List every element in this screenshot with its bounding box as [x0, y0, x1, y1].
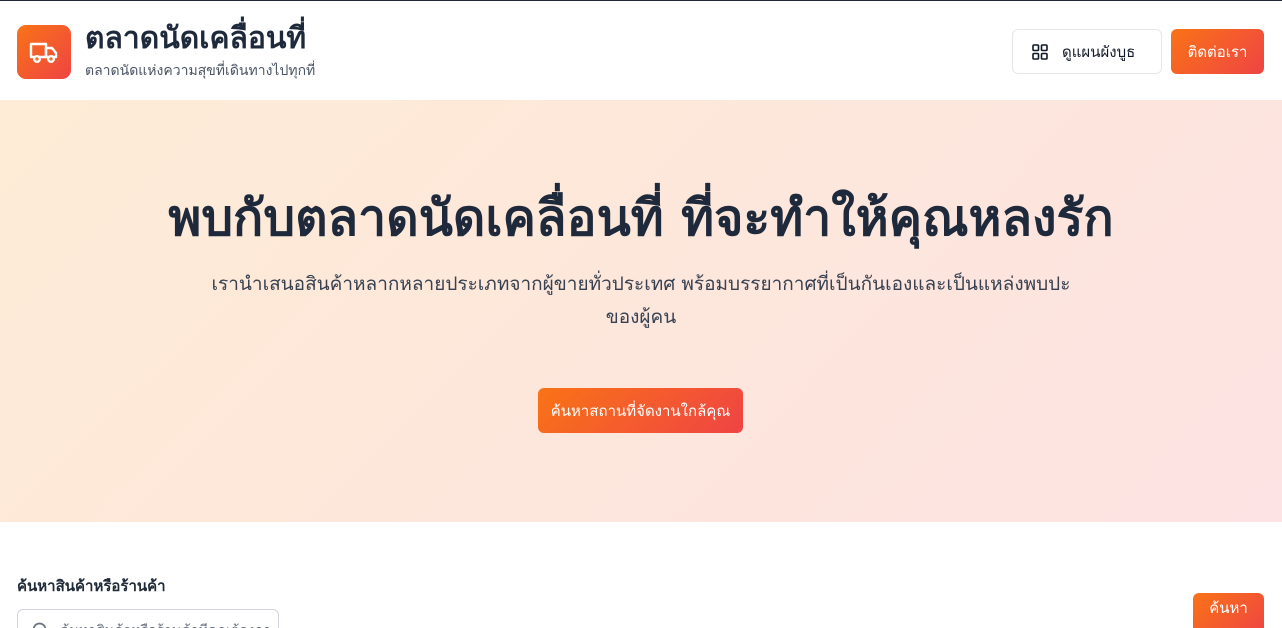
site-title: ตลาดนัดเคลื่อนที่: [85, 21, 307, 56]
contact-button[interactable]: ติดต่อเรา: [1171, 29, 1264, 74]
hero-description: เรานำเสนอสินค้าหลากหลายประเภทจากผู้ขายทั…: [211, 273, 1071, 328]
hero-section: พบกับตลาดนัดเคลื่อนที่ ที่จะทำให้คุณหลงร…: [0, 100, 1282, 522]
find-location-button[interactable]: ค้นหาสถานที่จัดงานใกล้คุณ: [538, 388, 743, 433]
booth-map-label: ดูแผนผังบูธ: [1062, 42, 1136, 61]
site-header: ตลาดนัดเคลื่อนที่ ตลาดนัดแห่งความสุขที่เ…: [0, 0, 1282, 100]
search-label: ค้นหาสินค้าหรือร้านค้า: [17, 577, 166, 595]
search-button[interactable]: ค้นหา: [1193, 593, 1264, 628]
site-subtitle: ตลาดนัดแห่งความสุขที่เดินทางไปทุกที่: [85, 63, 316, 79]
hero-title: พบกับตลาดนัดเคลื่อนที่ ที่จะทำให้คุณหลงร…: [168, 189, 1114, 247]
grid-icon: [1032, 43, 1048, 60]
search-icon: [32, 622, 47, 628]
page: ตลาดนัดเคลื่อนที่ ตลาดนัดแห่งความสุขที่เ…: [0, 0, 1282, 628]
logo[interactable]: [17, 25, 71, 79]
truck-icon: [29, 42, 58, 64]
search-field[interactable]: [17, 609, 279, 628]
search-input[interactable]: [60, 623, 270, 628]
booth-map-button[interactable]: ดูแผนผังบูธ: [1012, 29, 1162, 74]
